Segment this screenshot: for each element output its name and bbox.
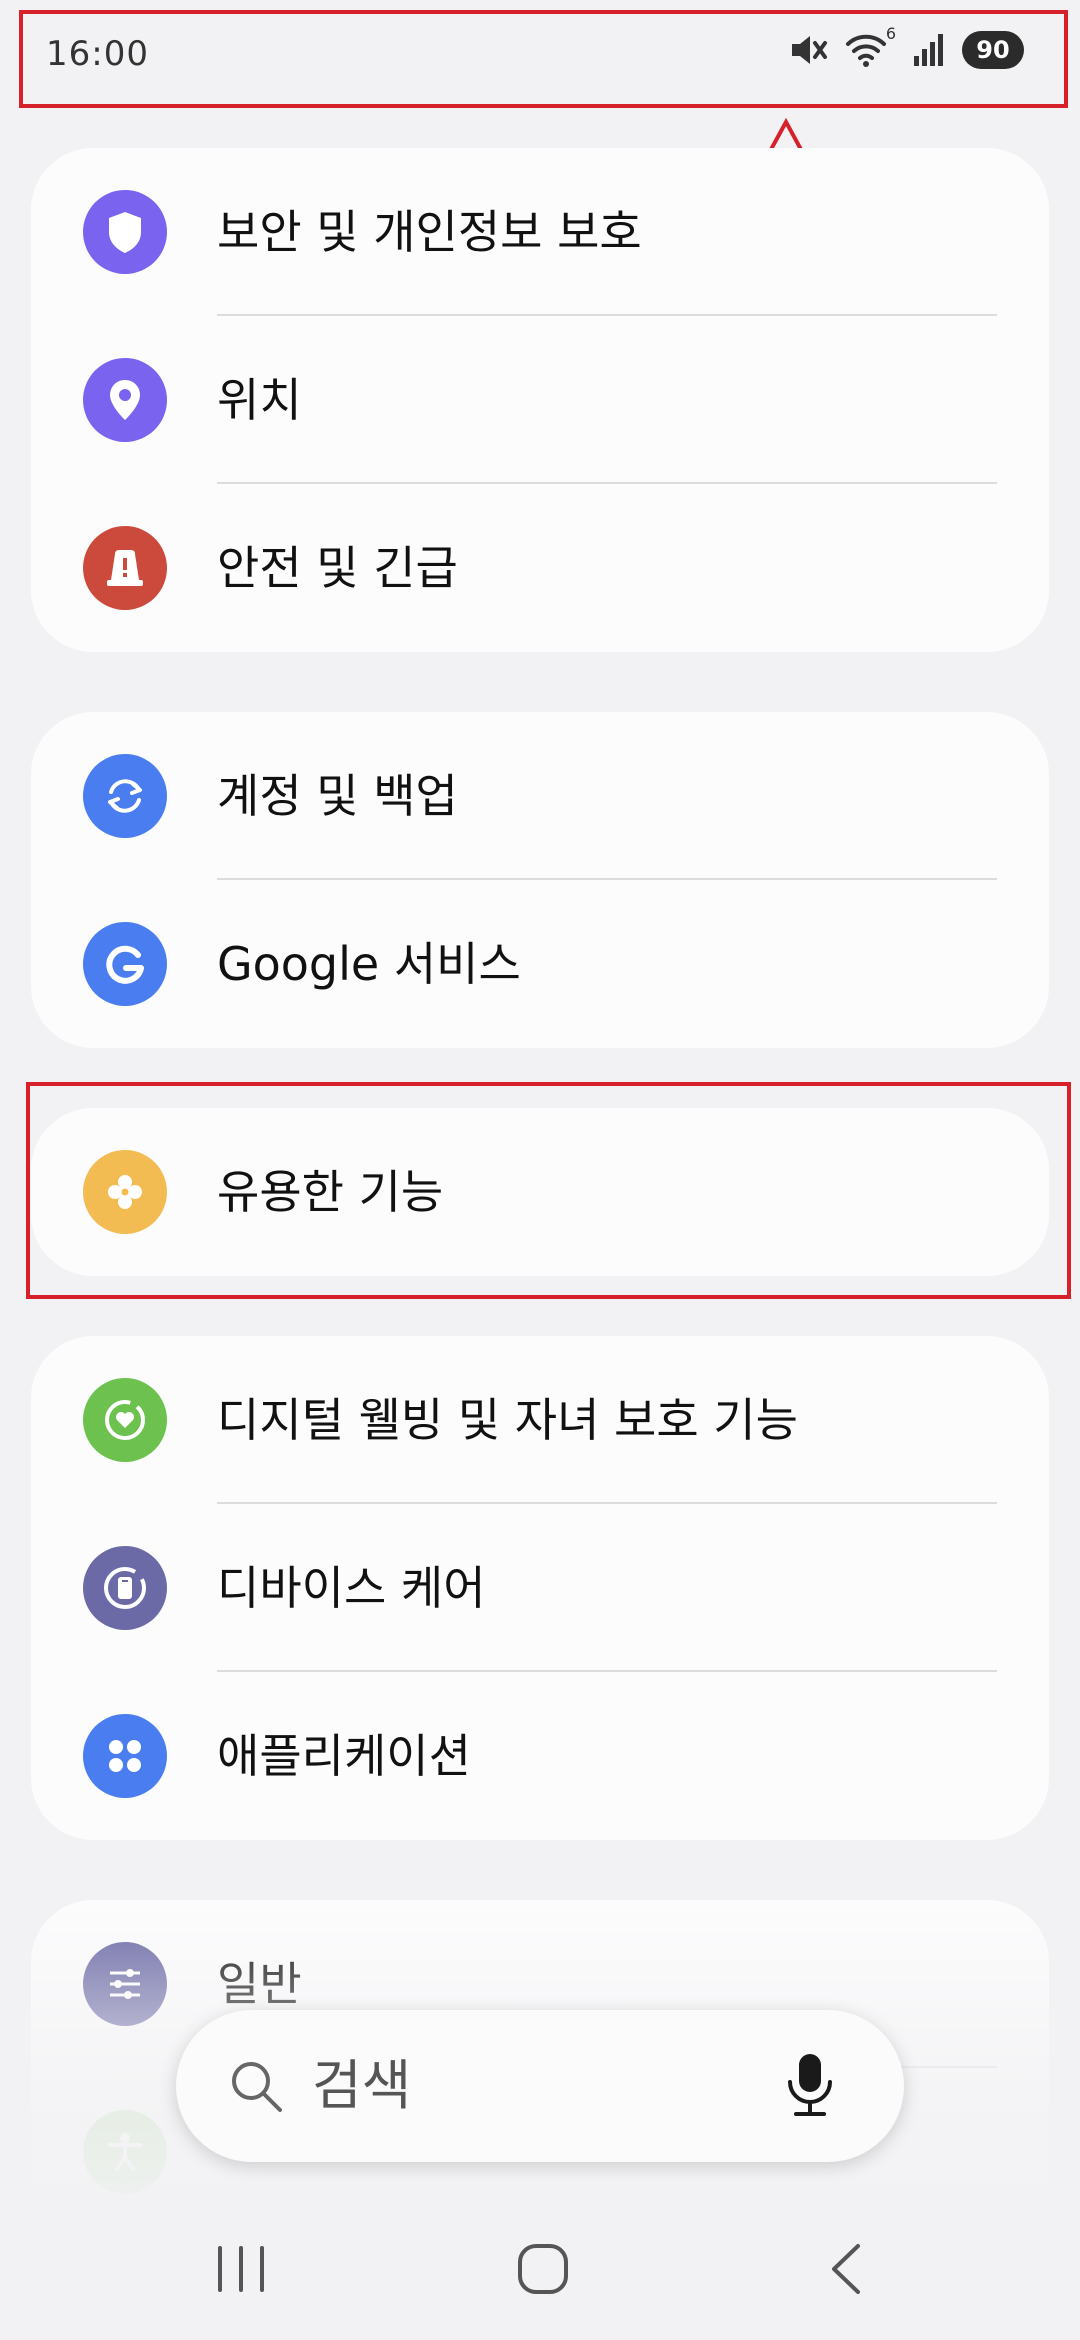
settings-item-accounts-backup[interactable]: 계정 및 백업	[31, 712, 1049, 880]
status-bar: 16:00 6 90	[0, 0, 1080, 110]
settings-item-safety-emergency[interactable]: 안전 및 긴급	[31, 484, 1049, 652]
signal-icon	[914, 34, 943, 66]
wifi-badge: 6	[885, 24, 896, 43]
mic-icon[interactable]	[782, 2050, 838, 2122]
settings-item-label: 유용한 기능	[217, 1165, 444, 1219]
settings-item-device-care[interactable]: 디바이스 케어	[31, 1504, 1049, 1672]
search-bar[interactable]: 검색	[176, 2010, 904, 2162]
search-icon	[232, 2062, 282, 2112]
settings-item-security-privacy[interactable]: 보안 및 개인정보 보호	[31, 148, 1049, 316]
puzzle-icon	[83, 1150, 167, 1234]
sync-icon	[83, 754, 167, 838]
settings-item-location[interactable]: 위치	[31, 316, 1049, 484]
settings-group-advanced: 유용한 기능	[31, 1108, 1049, 1276]
wifi-icon: 6	[844, 24, 896, 70]
settings-item-label: Google 서비스	[217, 937, 521, 991]
settings-item-label: 디바이스 케어	[217, 1561, 486, 1615]
settings-group-accounts: 계정 및 백업 Google 서비스	[31, 712, 1049, 1048]
search-input[interactable]: 검색	[312, 2010, 411, 2162]
settings-item-label: 위치	[217, 373, 302, 427]
sliders-icon	[83, 1942, 167, 2026]
battery-icon: 90	[962, 31, 1024, 69]
mute-icon	[792, 36, 827, 64]
emergency-icon	[83, 526, 167, 610]
wellbeing-icon	[83, 1378, 167, 1462]
device-care-icon	[83, 1546, 167, 1630]
home-icon[interactable]	[508, 2234, 578, 2304]
settings-item-label: 보안 및 개인정보 보호	[217, 205, 642, 259]
settings-group-privacy: 보안 및 개인정보 보호 위치 안전 및 긴급	[31, 148, 1049, 652]
status-icons: 6 90	[788, 24, 1024, 70]
back-icon[interactable]	[812, 2234, 882, 2304]
navigation-bar	[0, 2200, 1080, 2340]
settings-item-advanced-features[interactable]: 유용한 기능	[31, 1108, 1049, 1276]
apps-icon	[83, 1714, 167, 1798]
settings-item-label: 디지털 웰빙 및 자녀 보호 기능	[217, 1393, 798, 1447]
shield-icon	[83, 190, 167, 274]
location-pin-icon	[83, 358, 167, 442]
settings-group-device: 디지털 웰빙 및 자녀 보호 기능 디바이스 케어 애플리케이션	[31, 1336, 1049, 1840]
accessibility-icon	[83, 2110, 167, 2194]
settings-item-label: 계정 및 백업	[217, 769, 458, 823]
settings-item-label: 안전 및 긴급	[217, 541, 458, 595]
settings-item-label: 애플리케이션	[217, 1729, 471, 1783]
status-time: 16:00	[46, 34, 149, 74]
settings-item-google-services[interactable]: Google 서비스	[31, 880, 1049, 1048]
recents-icon[interactable]	[206, 2234, 276, 2304]
settings-item-applications[interactable]: 애플리케이션	[31, 1672, 1049, 1840]
battery-level: 90	[976, 36, 1010, 64]
settings-item-digital-wellbeing[interactable]: 디지털 웰빙 및 자녀 보호 기능	[31, 1336, 1049, 1504]
google-icon	[83, 922, 167, 1006]
